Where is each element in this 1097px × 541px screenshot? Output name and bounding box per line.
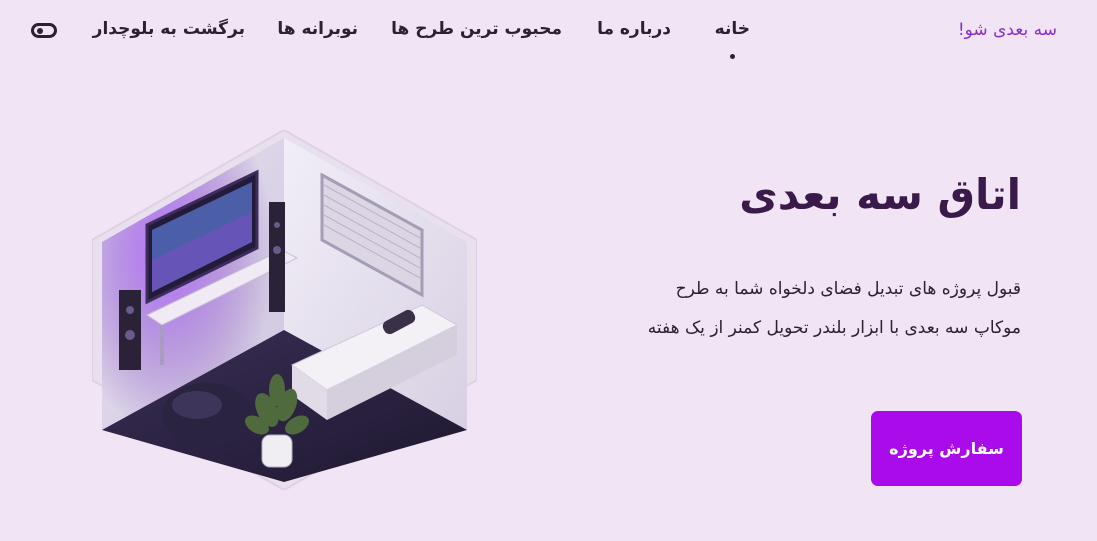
nav-item-back-label: برگشت به بلوچدار: [92, 19, 245, 39]
isometric-room-illustration: [92, 130, 477, 490]
nav-item-new-label: نوبرانه ها: [277, 19, 358, 39]
nav-item-new[interactable]: نوبرانه ها: [277, 19, 358, 39]
header: سه بعدی شو! خانه درباره ما محبوب ترین طر…: [0, 0, 1097, 70]
nav-item-about[interactable]: درباره ما: [597, 19, 671, 39]
nav-item-popular[interactable]: محبوب ترین طرح ها: [391, 19, 562, 39]
hero-title: اتاق سه بعدی: [739, 170, 1021, 219]
main-nav: خانه درباره ما محبوب ترین طرح ها نوبرانه…: [0, 19, 1097, 59]
theme-toggle-icon[interactable]: [31, 23, 57, 38]
nav-item-home-label: خانه: [714, 19, 750, 39]
order-project-button[interactable]: سفارش پروژه: [871, 411, 1022, 486]
hero-description: قبول پروژه های تبدیل فضای دلخواه شما به …: [647, 279, 1021, 338]
nav-item-back[interactable]: برگشت به بلوچدار: [93, 19, 245, 39]
nav-item-about-label: درباره ما: [597, 19, 671, 39]
nav-item-popular-label: محبوب ترین طرح ها: [391, 19, 562, 39]
nav-item-home[interactable]: خانه: [714, 19, 750, 59]
active-indicator-dot: [730, 54, 736, 59]
toggle-knob: [37, 28, 43, 34]
